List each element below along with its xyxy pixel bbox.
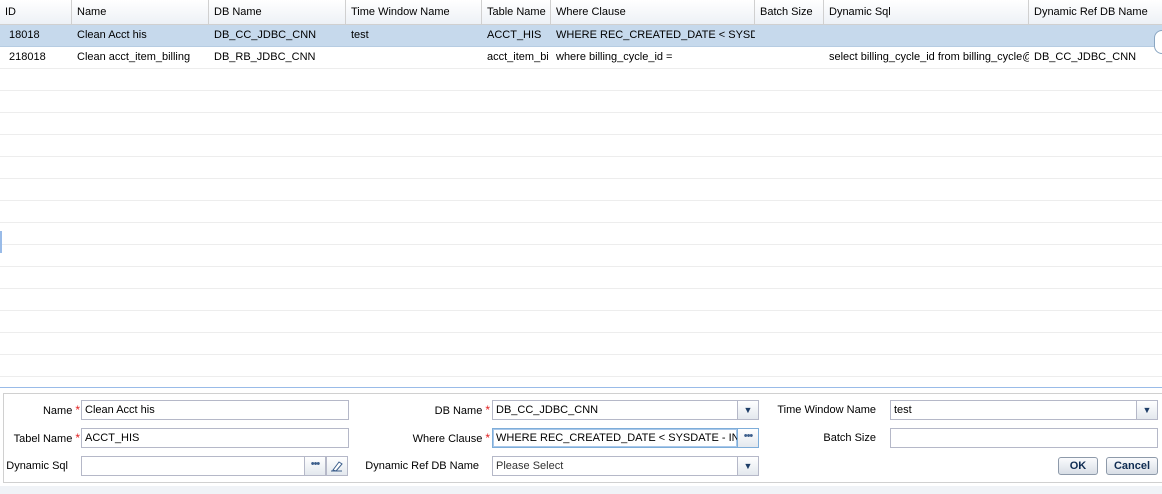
row-divider [0,266,1162,267]
cell-batch-size [755,47,824,68]
edit-form: Name * Clean Acct his Tabel Name * ACCT_HI… [3,393,1162,483]
dynamic-ref-db-combo[interactable]: Please Select ▼ [492,456,759,476]
row-divider [0,178,1162,179]
table-name-field[interactable]: ACCT_HIS [81,428,349,448]
row-divider [0,288,1162,289]
row-divider [0,310,1162,311]
eraser-icon[interactable] [326,456,348,476]
required-marker: * [75,431,80,445]
chevron-down-icon[interactable]: ▼ [737,457,758,475]
cell-dynamic-ref-db [1029,25,1162,46]
column-header-time-window[interactable]: Time Window Name [346,0,482,24]
cell-dynamic-sql: select billing_cycle_id from billing_cyc… [829,51,1029,63]
column-header-dynamic-ref-db[interactable]: Dynamic Ref DB Name [1029,0,1162,24]
time-window-combo[interactable]: test ▼ [890,400,1158,420]
status-bar [0,486,1162,494]
dynamic-ref-db-placeholder: Please Select [496,460,564,472]
table-name-label: Tabel Name * [13,431,80,445]
where-clause-field[interactable]: WHERE REC_CREATED_DATE < SYSDATE - INTER [492,428,738,448]
cell-db-name: DB_CC_JDBC_CNN [214,29,317,41]
time-window-label: Time Window Name [777,404,876,416]
cell-dynamic-ref-db: DB_CC_JDBC_CNN [1034,51,1137,63]
column-header-db-name[interactable]: DB Name [209,0,346,24]
row-divider [0,222,1162,223]
dynamic-sql-label: Dynamic Sql [6,460,68,472]
name-label: Name * [42,403,80,417]
column-header-batch-size[interactable]: Batch Size [755,0,824,24]
column-header-dynamic-sql[interactable]: Dynamic Sql [824,0,1029,24]
required-marker: * [75,403,80,417]
column-header-table-name[interactable]: Table Name [482,0,551,24]
cell-name: Clean acct_item_billing [77,51,191,63]
chevron-down-icon[interactable]: ▼ [1136,401,1157,419]
cell-time-window: test [351,29,369,41]
row-divider [0,134,1162,135]
row-editor-handle[interactable] [1154,30,1162,54]
chevron-down-icon[interactable]: ▼ [737,401,758,419]
column-header-where-clause[interactable]: Where Clause [551,0,755,24]
required-marker: * [485,431,490,445]
cell-batch-size [755,25,824,46]
column-header-id[interactable]: ID [0,0,72,24]
cell-name: Clean Acct his [77,29,147,41]
cancel-button[interactable]: Cancel [1106,457,1158,475]
dynamic-ref-db-label: Dynamic Ref DB Name [365,460,479,472]
name-field[interactable]: Clean Acct his [81,400,349,420]
time-window-value: test [894,404,912,416]
db-name-value: DB_CC_JDBC_CNN [496,404,599,416]
row-divider [0,376,1162,377]
ok-button[interactable]: OK [1058,457,1098,475]
table-row[interactable]: 218018 Clean acct_item_billing DB_RB_JDB… [0,47,1162,69]
cell-where-clause: WHERE REC_CREATED_DATE < SYSDATE [556,29,755,41]
cell-table-name: acct_item_bi [487,51,549,63]
column-header-name[interactable]: Name [72,0,209,24]
cell-where-clause: where billing_cycle_id = [556,51,673,63]
row-divider [0,244,1162,245]
cell-db-name: DB_RB_JDBC_CNN [214,51,316,63]
row-divider [0,90,1162,91]
cell-id: 18018 [9,29,40,41]
db-name-combo[interactable]: DB_CC_JDBC_CNN ▼ [492,400,759,420]
dynamic-sql-field[interactable] [81,456,305,476]
row-divider [0,332,1162,333]
db-name-label: DB Name * [434,403,490,417]
row-divider [0,354,1162,355]
records-grid: ID Name DB Name Time Window Name Table N… [0,0,1162,388]
cell-time-window [346,47,482,68]
table-row[interactable]: 18018 Clean Acct his DB_CC_JDBC_CNN test… [0,25,1162,47]
batch-size-field[interactable] [890,428,1158,448]
row-divider [0,200,1162,201]
ellipsis-icon[interactable]: ••• [737,428,759,448]
row-divider [0,156,1162,157]
required-marker: * [485,403,490,417]
grid-body: 18018 Clean Acct his DB_CC_JDBC_CNN test… [0,25,1162,387]
where-clause-label: Where Clause * [412,431,490,445]
grid-header: ID Name DB Name Time Window Name Table N… [0,0,1162,25]
cell-table-name: ACCT_HIS [487,29,542,41]
ellipsis-icon[interactable]: ••• [304,456,326,476]
row-divider [0,112,1162,113]
splitter-marker [0,231,2,253]
cell-id: 218018 [9,51,46,63]
cell-dynamic-sql [824,25,1029,46]
batch-size-label: Batch Size [823,432,876,444]
